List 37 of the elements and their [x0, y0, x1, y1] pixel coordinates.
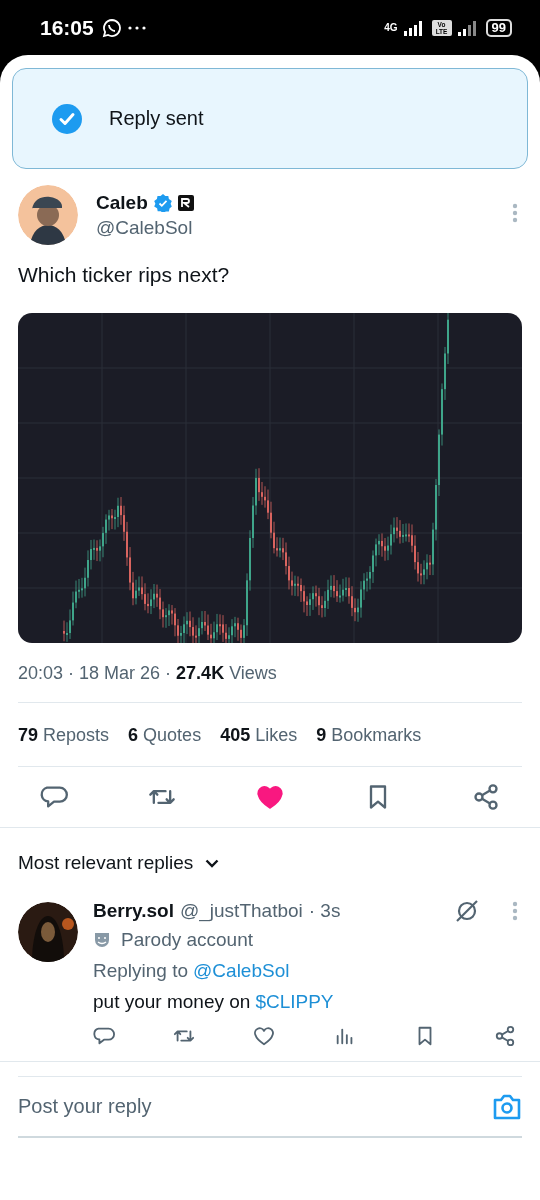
- camera-icon[interactable]: [492, 1092, 522, 1121]
- chat-app-icon: [101, 17, 122, 38]
- reply-button[interactable]: [93, 1025, 115, 1047]
- heart-button[interactable]: [256, 783, 284, 811]
- mask-icon: [93, 931, 111, 949]
- heart-button[interactable]: [253, 1025, 276, 1047]
- share-button[interactable]: [472, 783, 500, 811]
- replying-label: Replying to: [93, 960, 189, 982]
- cashtag-link[interactable]: $CLIPPY: [255, 991, 334, 1013]
- avatar[interactable]: [18, 185, 78, 245]
- stat-link[interactable]: 6 Quotes: [128, 725, 202, 746]
- replies-sort-label[interactable]: Most relevant replies: [18, 852, 194, 874]
- slashed-circle-icon[interactable]: [454, 898, 480, 924]
- toast-message: Reply sent: [109, 107, 204, 130]
- reply-input-field[interactable]: Post your reply: [18, 1087, 492, 1126]
- parody-label: Parody account: [121, 929, 254, 951]
- more-notifications-icon: [127, 25, 146, 30]
- avatar[interactable]: [18, 902, 78, 962]
- post-text: Which ticker rips next?: [18, 263, 231, 287]
- author-name[interactable]: Berry.sol: [93, 900, 174, 922]
- network-type: 4G: [384, 22, 398, 33]
- chevron-down-icon[interactable]: [205, 858, 220, 868]
- stat-link[interactable]: 405 Likes: [220, 725, 298, 746]
- post-time: · 3s: [308, 900, 341, 922]
- stat-link[interactable]: 9 Bookmarks: [316, 725, 422, 746]
- mention-link[interactable]: @CalebSol: [193, 960, 290, 982]
- stat-link[interactable]: 79 Reposts: [18, 725, 110, 746]
- reply-text: put your money on: [93, 991, 251, 1013]
- clock: 16:05: [40, 15, 94, 40]
- post-meta: 20:03 · 18 Mar 26 · 27.4K Views: [18, 643, 522, 703]
- author-handle[interactable]: @_justThatboi: [179, 900, 303, 922]
- share-button[interactable]: [493, 1025, 516, 1047]
- affiliate-badge-icon: [177, 194, 194, 211]
- author-name[interactable]: Caleb: [96, 191, 148, 214]
- battery-level: 99: [485, 18, 512, 37]
- author-handle[interactable]: @CalebSol: [96, 216, 194, 239]
- check-circle-icon: [51, 102, 83, 135]
